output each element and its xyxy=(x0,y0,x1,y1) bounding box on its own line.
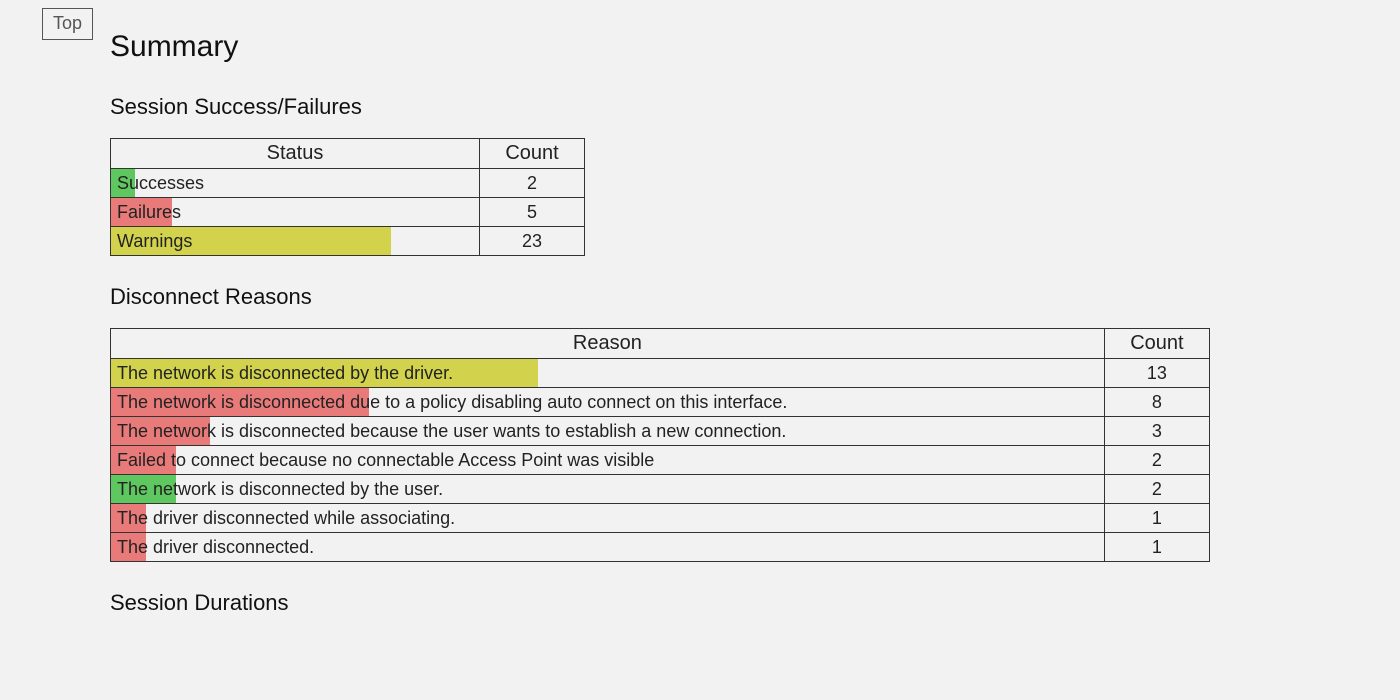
bar-cell: The driver disconnected while associatin… xyxy=(111,504,1105,533)
report-content: Summary Session Success/Failures Status … xyxy=(110,30,1360,634)
row-label: The network is disconnected due to a pol… xyxy=(111,390,1104,415)
status-col-header: Status xyxy=(111,139,480,169)
table-row: Warnings23 xyxy=(111,227,585,256)
table-row: Failures5 xyxy=(111,198,585,227)
disconnect-table: Reason Count The network is disconnected… xyxy=(110,328,1210,562)
row-count: 5 xyxy=(480,198,585,227)
row-label: Failures xyxy=(111,200,479,225)
row-count: 1 xyxy=(1104,533,1209,562)
row-label: The driver disconnected while associatin… xyxy=(111,506,1104,531)
status-table: Status Count Successes2Failures5Warnings… xyxy=(110,138,585,256)
table-row: The driver disconnected while associatin… xyxy=(111,504,1210,533)
table-row: The network is disconnected by the drive… xyxy=(111,359,1210,388)
row-label: The network is disconnected by the user. xyxy=(111,477,1104,502)
bar-cell: Warnings xyxy=(111,227,480,256)
bar-cell: Failures xyxy=(111,198,480,227)
row-count: 1 xyxy=(1104,504,1209,533)
bar-cell: The driver disconnected. xyxy=(111,533,1105,562)
bar-cell: The network is disconnected due to a pol… xyxy=(111,388,1105,417)
row-count: 13 xyxy=(1104,359,1209,388)
row-label: The driver disconnected. xyxy=(111,535,1104,560)
bar-cell: The network is disconnected by the drive… xyxy=(111,359,1105,388)
section-heading-durations: Session Durations xyxy=(110,590,1360,616)
table-row: Failed to connect because no connectable… xyxy=(111,446,1210,475)
bar-cell: The network is disconnected by the user. xyxy=(111,475,1105,504)
row-label: Warnings xyxy=(111,229,479,254)
count-col-header: Count xyxy=(480,139,585,169)
table-row: The network is disconnected due to a pol… xyxy=(111,388,1210,417)
row-label: Failed to connect because no connectable… xyxy=(111,448,1104,473)
row-count: 23 xyxy=(480,227,585,256)
bar-cell: Successes xyxy=(111,169,480,198)
table-row: The driver disconnected.1 xyxy=(111,533,1210,562)
row-count: 2 xyxy=(1104,475,1209,504)
row-label: The network is disconnected because the … xyxy=(111,419,1104,444)
row-count: 2 xyxy=(480,169,585,198)
table-row: Successes2 xyxy=(111,169,585,198)
bar-cell: Failed to connect because no connectable… xyxy=(111,446,1105,475)
bar-cell: The network is disconnected because the … xyxy=(111,417,1105,446)
row-label: The network is disconnected by the drive… xyxy=(111,361,1104,386)
row-count: 3 xyxy=(1104,417,1209,446)
section-heading-status: Session Success/Failures xyxy=(110,94,1360,120)
reason-col-header: Reason xyxy=(111,329,1105,359)
page-title: Summary xyxy=(110,30,1360,64)
table-row: The network is disconnected because the … xyxy=(111,417,1210,446)
table-row: The network is disconnected by the user.… xyxy=(111,475,1210,504)
section-heading-disconnect: Disconnect Reasons xyxy=(110,284,1360,310)
top-button[interactable]: Top xyxy=(42,8,93,40)
count-col-header: Count xyxy=(1104,329,1209,359)
row-count: 8 xyxy=(1104,388,1209,417)
row-count: 2 xyxy=(1104,446,1209,475)
row-label: Successes xyxy=(111,171,479,196)
